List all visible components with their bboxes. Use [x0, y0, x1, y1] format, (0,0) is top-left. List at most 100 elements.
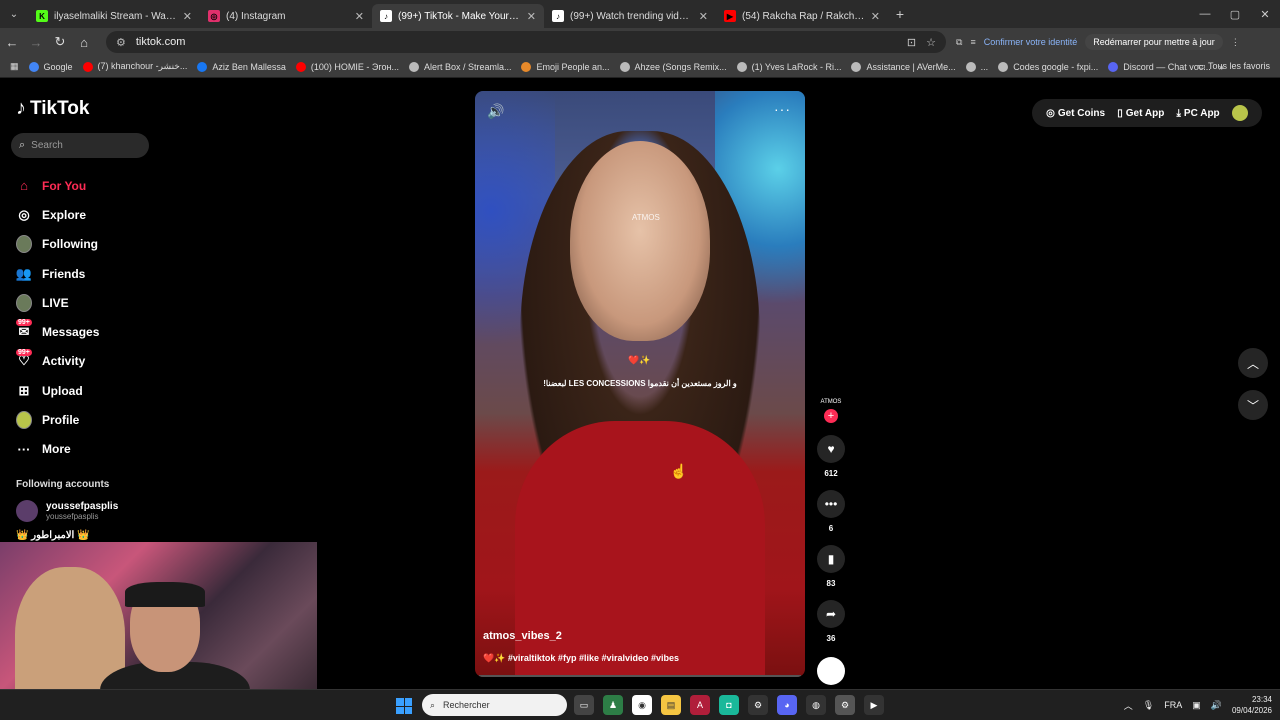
home-icon[interactable]: ⌂ — [72, 35, 96, 50]
close-tab-icon[interactable]: ✕ — [355, 10, 364, 23]
app-icon[interactable]: ◘ — [719, 695, 739, 715]
comment-icon[interactable]: ••• — [817, 490, 845, 518]
bookmark-item[interactable]: (100) HOMIE - Эгон... — [295, 61, 399, 72]
site-info-icon[interactable]: ⚙ — [116, 36, 126, 49]
media-player-icon[interactable]: ▶ — [864, 695, 884, 715]
video-author[interactable]: atmos_vibes_2 — [483, 630, 562, 642]
reload-icon[interactable]: ↻ — [48, 34, 72, 50]
sidebar-item-activity[interactable]: ♡ Activity 99+ — [16, 347, 196, 376]
all-bookmarks[interactable]: ▭ Tous les favoris — [1197, 61, 1270, 72]
sidebar-item-live[interactable]: LIVE — [16, 288, 196, 317]
bookmark-item[interactable]: Discord — Chat voc... — [1108, 61, 1211, 72]
address-bar[interactable]: ⚙ tiktok.com ⊡ ☆ — [106, 31, 946, 53]
file-explorer-icon[interactable]: ▤ — [661, 695, 681, 715]
restart-update-button[interactable]: Redémarrer pour mettre à jour — [1085, 34, 1223, 50]
bookmark-item[interactable]: (1) Yves LaRock - Ri... — [736, 61, 841, 72]
steam-icon[interactable]: ⚙ — [748, 695, 768, 715]
close-tab-icon[interactable]: ✕ — [699, 10, 708, 23]
sidebar-item-profile[interactable]: Profile — [16, 405, 196, 434]
close-tab-icon[interactable]: ✕ — [183, 10, 192, 23]
bookmark-star-icon[interactable]: ☆ — [926, 36, 936, 49]
bookmark-item[interactable]: Aziz Ben Mallessa — [197, 61, 286, 72]
new-tab-button[interactable]: + — [888, 6, 912, 22]
sidebar-item-friends[interactable]: 👥 Friends — [16, 259, 196, 288]
task-view-icon[interactable]: ▭ — [574, 695, 594, 715]
search-input[interactable]: ⌕ Search — [11, 133, 149, 158]
user-avatar[interactable] — [1231, 105, 1248, 121]
heart-icon[interactable]: ♥ — [817, 435, 845, 463]
app-icon[interactable]: A — [690, 695, 710, 715]
language-indicator[interactable]: FRA — [1164, 700, 1182, 710]
windows-start-icon[interactable] — [396, 698, 412, 714]
extensions-icon[interactable]: ⧉ — [956, 37, 962, 48]
sidebar-item-messages[interactable]: ✉ Messages 99+ — [16, 317, 196, 346]
sidebar-item-upload[interactable]: ⊞ Upload — [16, 376, 196, 405]
bookmark-item[interactable]: Alert Box / Streamla... — [408, 61, 511, 72]
install-app-icon[interactable]: ⊡ — [907, 36, 916, 49]
share-icon[interactable]: ➦ — [817, 600, 845, 628]
top-right-bar: ◎ Get Coins ▯ Get App ⤓ PC App — [1032, 99, 1262, 127]
clock-date: 09/04/2026 — [1231, 706, 1272, 715]
previous-video-button[interactable]: ︿ — [1238, 348, 1268, 378]
music-disc-icon[interactable] — [817, 657, 845, 685]
video-progress-bar[interactable] — [479, 675, 801, 677]
next-video-button[interactable]: ﹀ — [1238, 390, 1268, 420]
microphone-icon[interactable]: 🎙 — [1143, 700, 1154, 711]
video-more-icon[interactable]: ··· — [774, 101, 791, 117]
forward-icon[interactable]: → — [24, 35, 48, 50]
pc-app-button[interactable]: ⤓ PC App — [1177, 108, 1220, 119]
close-window-icon[interactable]: ✕ — [1250, 8, 1280, 21]
confirm-identity-button[interactable]: Confirmer votre identité — [984, 37, 1078, 47]
following-account[interactable]: youssefpasplis youssefpasplis — [16, 500, 118, 522]
browser-tab[interactable]: ▶ (54) Rakcha Rap / Rakcha Prod ✕ — [716, 4, 888, 28]
media-icon[interactable]: ≡ — [970, 37, 975, 47]
taskbar-search[interactable]: ⌕ Rechercher — [422, 694, 567, 716]
bell-icon: ♡ — [18, 353, 30, 369]
menu-icon[interactable]: ⋮ — [1231, 37, 1240, 48]
get-app-button[interactable]: ▯ Get App — [1117, 108, 1164, 119]
sidebar-item-following[interactable]: Following — [16, 230, 196, 259]
minimize-icon[interactable]: — — [1190, 8, 1220, 20]
network-icon[interactable]: ▣ — [1192, 700, 1201, 711]
bookmark-label: Emoji People an... — [536, 61, 610, 72]
bookmark-item[interactable]: Google — [28, 61, 73, 72]
discord-icon[interactable]: ◕ — [777, 695, 797, 715]
bookmark-item[interactable]: Codes google - fxpi... — [998, 61, 1098, 72]
close-tab-icon[interactable]: ✕ — [871, 10, 880, 23]
bookmark-item[interactable]: Assistance | AVerMe... — [851, 61, 956, 72]
clock[interactable]: 23:34 09/04/2026 — [1232, 694, 1272, 716]
sidebar-item-for-you[interactable]: ⌂ For You — [16, 171, 196, 200]
bookmark-item[interactable]: (7) khanchour -خنشر... — [82, 61, 187, 72]
bookmark-item[interactable]: Emoji People an... — [521, 61, 610, 72]
browser-tab[interactable]: ◎ (4) Instagram ✕ — [200, 4, 372, 28]
back-icon[interactable]: ← — [0, 35, 24, 50]
close-tab-icon[interactable]: ✕ — [527, 10, 536, 23]
chrome-icon[interactable]: ◉ — [632, 695, 652, 715]
bookmark-item[interactable]: Ahzee (Songs Remix... — [619, 61, 727, 72]
apps-grid-icon[interactable]: ▦ — [10, 61, 19, 72]
share-action: ➦ 36 — [816, 600, 846, 643]
get-coins-button[interactable]: ◎ Get Coins — [1046, 108, 1105, 119]
settings-icon[interactable]: ⚙ — [835, 695, 855, 715]
video-player[interactable]: 🔊 ··· ATMOS ❤️✨ و الروز مستعدين أن نقدمو… — [475, 91, 805, 677]
sidebar-item-explore[interactable]: ◎ Explore — [16, 200, 196, 229]
volume-icon[interactable]: 🔊 — [1211, 700, 1222, 711]
app-icon[interactable]: ♟ — [603, 695, 623, 715]
browser-tab[interactable]: ♪ (99+) TikTok - Make Your Da ✕ — [372, 4, 544, 28]
sidebar-item-more[interactable]: ··· More — [16, 435, 196, 464]
follow-plus-button[interactable]: + — [824, 409, 838, 423]
maximize-icon[interactable]: ▢ — [1220, 8, 1250, 21]
video-hashtags[interactable]: ❤️✨ #viraltiktok #fyp #like #viralvideo … — [483, 653, 679, 664]
volume-icon[interactable]: 🔊 — [487, 103, 504, 120]
tray-arrow-icon[interactable]: ︿ — [1124, 699, 1133, 712]
browser-tab[interactable]: Kilyaselmaliki Stream - Watch Li ✕ — [28, 4, 200, 28]
tiktok-logo[interactable]: ♪ TikTok — [16, 97, 89, 120]
creator-avatar[interactable]: ATMOS — [816, 399, 846, 405]
app-icon[interactable]: ◍ — [806, 695, 826, 715]
bookmark-icon[interactable]: ▮ — [817, 545, 845, 573]
following-account-2[interactable]: 👑 الامبراطور 👑 — [16, 530, 90, 541]
tab-search-icon[interactable]: ⌄ — [0, 0, 28, 28]
bookmark-item[interactable]: ... — [965, 61, 988, 72]
browser-tab[interactable]: ♪ (99+) Watch trending videos fo ✕ — [544, 4, 716, 28]
video-figure-face — [570, 141, 710, 341]
